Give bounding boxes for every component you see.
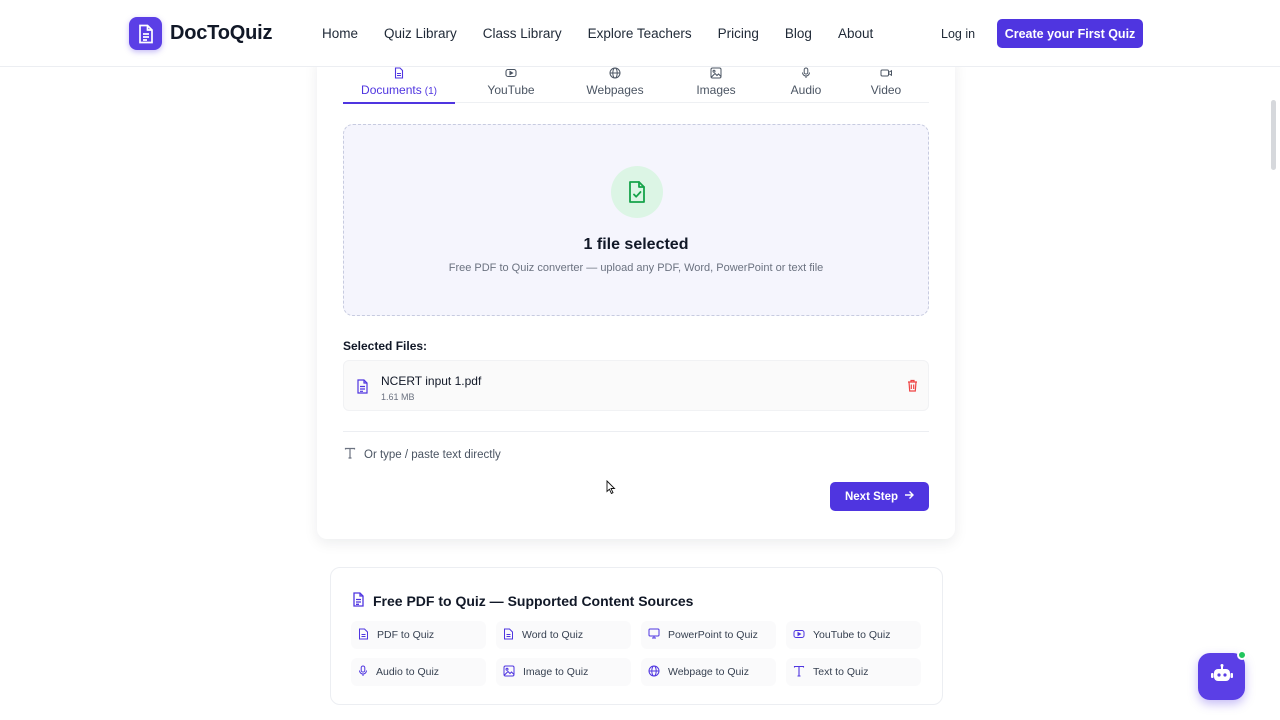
supported-sources-card: Free PDF to Quiz — Supported Content Sou… bbox=[330, 567, 943, 705]
file-check-icon bbox=[611, 166, 663, 218]
sources-title: Free PDF to Quiz — Supported Content Sou… bbox=[352, 592, 693, 610]
robot-icon bbox=[1210, 664, 1233, 689]
source-word[interactable]: Word to Quiz bbox=[496, 621, 631, 649]
youtube-icon bbox=[793, 629, 805, 642]
source-audio[interactable]: Audio to Quiz bbox=[351, 658, 486, 686]
document-icon bbox=[352, 592, 365, 610]
text-icon bbox=[793, 665, 805, 680]
selected-files-label: Selected Files: bbox=[343, 339, 428, 353]
create-quiz-button[interactable]: Create your First Quiz bbox=[997, 19, 1143, 48]
nav-class-library[interactable]: Class Library bbox=[483, 26, 562, 41]
source-tabs: Documents (1) YouTube Webpages Images Aud… bbox=[343, 67, 929, 104]
tab-youtube[interactable]: YouTube bbox=[455, 67, 567, 103]
paste-text-toggle[interactable]: Or type / paste text directly bbox=[344, 447, 501, 462]
source-image[interactable]: Image to Quiz bbox=[496, 658, 631, 686]
mic-icon bbox=[801, 67, 811, 79]
document-icon bbox=[394, 67, 404, 79]
next-step-button[interactable]: Next Step bbox=[830, 482, 929, 511]
logo[interactable]: DocToQuiz bbox=[129, 17, 272, 50]
text-icon bbox=[344, 447, 356, 462]
tab-webpages[interactable]: Webpages bbox=[567, 67, 663, 103]
file-document-icon bbox=[356, 379, 369, 399]
nav-about[interactable]: About bbox=[838, 26, 873, 41]
mouse-cursor-icon bbox=[606, 479, 616, 499]
file-dropzone[interactable]: 1 file selected Free PDF to Quiz convert… bbox=[343, 124, 929, 316]
source-webpage[interactable]: Webpage to Quiz bbox=[641, 658, 776, 686]
presentation-icon bbox=[648, 628, 660, 642]
image-icon bbox=[710, 67, 722, 79]
tab-video[interactable]: Video bbox=[843, 67, 929, 103]
globe-icon bbox=[609, 67, 621, 79]
globe-icon bbox=[648, 665, 660, 680]
nav-quiz-library[interactable]: Quiz Library bbox=[384, 26, 457, 41]
dropzone-subtitle: Free PDF to Quiz converter — upload any … bbox=[448, 262, 824, 274]
brand-name: DocToQuiz bbox=[170, 22, 273, 44]
online-status-dot bbox=[1237, 650, 1247, 660]
login-link[interactable]: Log in bbox=[941, 27, 975, 41]
upload-card: Documents (1) YouTube Webpages Images Aud… bbox=[317, 55, 955, 539]
pdf-icon bbox=[358, 628, 369, 643]
dropzone-title: 1 file selected bbox=[583, 236, 689, 253]
site-header: DocToQuiz Home Quiz Library Class Librar… bbox=[0, 0, 1280, 67]
nav-home[interactable]: Home bbox=[322, 26, 358, 41]
video-icon bbox=[880, 67, 893, 79]
nav-pricing[interactable]: Pricing bbox=[718, 26, 759, 41]
image-icon bbox=[503, 665, 515, 680]
tab-documents[interactable]: Documents (1) bbox=[343, 67, 455, 104]
file-item: NCERT input 1.pdf 1.61 MB bbox=[343, 360, 929, 411]
mic-icon bbox=[358, 665, 368, 680]
source-text[interactable]: Text to Quiz bbox=[786, 658, 921, 686]
file-size: 1.61 MB bbox=[381, 392, 415, 402]
nav-explore-teachers[interactable]: Explore Teachers bbox=[588, 26, 692, 41]
page-scrollbar[interactable] bbox=[1271, 100, 1276, 170]
main-nav: Home Quiz Library Class Library Explore … bbox=[322, 26, 899, 41]
source-powerpoint[interactable]: PowerPoint to Quiz bbox=[641, 621, 776, 649]
source-youtube[interactable]: YouTube to Quiz bbox=[786, 621, 921, 649]
file-name: NCERT input 1.pdf bbox=[381, 374, 482, 388]
tab-audio[interactable]: Audio bbox=[769, 67, 843, 103]
nav-blog[interactable]: Blog bbox=[785, 26, 812, 41]
arrow-right-icon bbox=[904, 490, 915, 503]
logo-document-icon bbox=[129, 17, 162, 50]
trash-icon[interactable] bbox=[907, 379, 918, 397]
chatbot-button[interactable] bbox=[1198, 653, 1245, 700]
youtube-icon bbox=[505, 67, 517, 79]
sources-grid: PDF to Quiz Word to Quiz PowerPoint to Q… bbox=[351, 621, 921, 686]
word-icon bbox=[503, 628, 514, 643]
tab-images[interactable]: Images bbox=[663, 67, 769, 103]
source-pdf[interactable]: PDF to Quiz bbox=[351, 621, 486, 649]
divider bbox=[343, 431, 929, 432]
